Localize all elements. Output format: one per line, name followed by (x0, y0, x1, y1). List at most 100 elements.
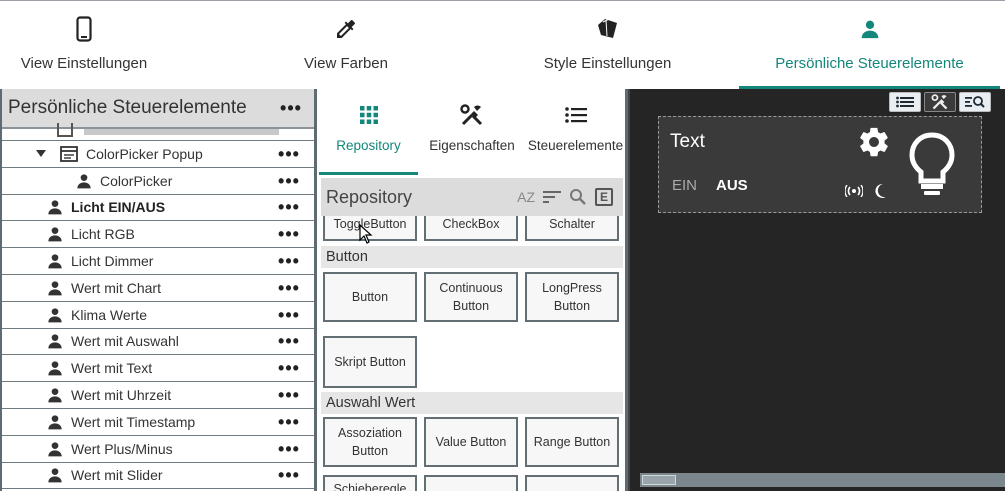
row-menu-icon[interactable]: ••• (274, 225, 304, 243)
style-icon (595, 15, 621, 43)
tab-style-einstellungen[interactable]: Style Einstellungen (530, 1, 685, 90)
row-menu-icon[interactable]: ••• (274, 252, 304, 270)
person-icon (48, 334, 62, 349)
row-menu-icon[interactable]: ••• (274, 279, 304, 297)
repo-item-continuous-button[interactable]: Continuous Button (424, 272, 518, 322)
tree-item-label: Wert mit Auswahl (71, 333, 179, 350)
tools-icon (460, 103, 484, 127)
tree-row-wert-mit-text[interactable]: Wert mit Text ••• (2, 355, 314, 383)
top-tab-bar: View Einstellungen View Farben Style Ein… (0, 0, 1005, 90)
tab-label: View Einstellungen (20, 55, 148, 72)
row-menu-icon[interactable]: ••• (274, 306, 304, 324)
tree-item-label: ColorPicker Popup (86, 145, 203, 162)
repo-item-range-button[interactable]: Range Button (525, 417, 619, 467)
tree-item-label: ColorPicker (100, 172, 173, 189)
repo-item-skript-button[interactable]: Skript Button (323, 336, 417, 388)
lightbulb-icon[interactable] (907, 131, 957, 202)
row-menu-icon[interactable]: ••• (274, 172, 304, 190)
person-icon (860, 15, 880, 43)
personal-controls-panel: Persönliche Steuerelemente ••• ColorPick… (0, 89, 317, 491)
repository-header: Repository AZ E (321, 178, 623, 216)
person-icon (48, 227, 62, 242)
tree-row-wert-mit-timestamp[interactable]: Wert mit Timestamp ••• (2, 409, 314, 436)
horizontal-scrollbar[interactable] (640, 473, 1005, 487)
tree-row-wert-mit-auswahl[interactable]: Wert mit Auswahl ••• (2, 329, 314, 356)
list-view-button[interactable] (889, 92, 921, 112)
row-menu-icon[interactable]: ••• (274, 386, 304, 404)
row-menu-icon[interactable]: ••• (274, 198, 304, 216)
tree-row-wert-plus-minus[interactable]: Wert Plus/Minus ••• (2, 436, 314, 463)
tree-item-label: Wert Plus/Minus (71, 440, 173, 457)
tree-row-wert-mit-chart[interactable]: Wert mit Chart ••• (2, 275, 314, 302)
row-menu-icon[interactable]: ••• (274, 466, 304, 484)
tree-item-label: Wert mit Slider (71, 467, 163, 484)
tab-view-einstellungen[interactable]: View Einstellungen (0, 1, 168, 90)
repo-item-partial[interactable] (424, 475, 518, 491)
person-icon (77, 174, 91, 189)
widget-text: Text (670, 131, 705, 152)
tree-item-label: Licht Dimmer (71, 253, 154, 270)
tools-button[interactable] (924, 92, 956, 112)
tree-row-klima-werte[interactable]: Klima Werte ••• (2, 302, 314, 329)
tree-item-label: Wert mit Uhrzeit (71, 387, 172, 404)
repo-item-schieberegler[interactable]: Schieberegle (323, 475, 417, 491)
zoom-search-button[interactable] (959, 92, 991, 112)
tab-label: Eigenschaften (429, 138, 515, 153)
broadcast-icon (844, 184, 864, 202)
repository-panel: Repository Eigenschaften Steuerelemente … (317, 89, 628, 491)
category-button: Button (321, 246, 623, 268)
filter-e-icon[interactable]: E (595, 188, 613, 206)
repo-item-button[interactable]: Button (323, 272, 417, 322)
tree-row-partial (2, 123, 314, 141)
person-icon (48, 441, 62, 456)
repo-item-checkbox[interactable]: CheckBox (424, 216, 518, 241)
caret-down-icon[interactable] (36, 149, 48, 158)
row-menu-icon[interactable]: ••• (274, 413, 304, 431)
tab-persoenliche-steuerelemente[interactable]: Persönliche Steuerelemente (739, 1, 1000, 90)
smartphone-icon (76, 15, 92, 43)
state-on-label[interactable]: EIN (672, 177, 697, 194)
person-icon (48, 361, 62, 376)
person-icon (48, 308, 62, 323)
preview-widget[interactable]: Text EIN AUS (658, 116, 982, 213)
row-menu-icon[interactable]: ••• (274, 359, 304, 377)
controls-tree: ColorPicker Popup ••• ColorPicker ••• Li… (2, 123, 314, 490)
tab-label: Repository (336, 138, 401, 153)
grid-icon (359, 103, 379, 127)
tree-row-wert-mit-uhrzeit[interactable]: Wert mit Uhrzeit ••• (2, 382, 314, 409)
sort-icon[interactable] (543, 190, 561, 204)
tree-row-colorpicker-popup[interactable]: ColorPicker Popup ••• (2, 141, 314, 168)
tab-label: Persönliche Steuerelemente (775, 55, 964, 72)
tree-row-wert-mit-slider[interactable]: Wert mit Slider ••• (2, 463, 314, 490)
tree-row-licht-ein-aus[interactable]: Licht EIN/AUS ••• (2, 195, 314, 222)
tree-item-label: Licht RGB (71, 226, 135, 243)
row-menu-icon[interactable]: ••• (274, 332, 304, 350)
search-icon[interactable] (569, 188, 587, 206)
sort-az-icon[interactable]: AZ (517, 189, 535, 205)
tab-repository[interactable]: Repository (319, 89, 418, 175)
row-menu-icon[interactable]: ••• (274, 145, 304, 163)
tab-steuerelemente[interactable]: Steuerelemente (526, 89, 625, 175)
app-root: View Einstellungen View Farben Style Ein… (0, 0, 1005, 491)
state-off-label[interactable]: AUS (716, 177, 748, 194)
tree-row-licht-dimmer[interactable]: Licht Dimmer ••• (2, 248, 314, 275)
repo-item-partial[interactable] (525, 475, 619, 491)
preview-canvas[interactable]: Text EIN AUS (628, 89, 1005, 491)
more-menu-icon[interactable]: ••• (276, 99, 306, 117)
repo-item-assoziation-button[interactable]: Assoziation Button (323, 417, 417, 467)
repo-item-value-button[interactable]: Value Button (424, 417, 518, 467)
mid-tab-bar: Repository Eigenschaften Steuerelemente (317, 89, 625, 175)
repo-item-longpress-button[interactable]: LongPress Button (525, 272, 619, 322)
tree-row-colorpicker[interactable]: ColorPicker ••• (2, 168, 314, 195)
tree-item-label: Klima Werte (71, 306, 147, 323)
popup-icon (60, 145, 78, 162)
gear-icon[interactable] (857, 125, 891, 164)
repo-item-schalter[interactable]: Schalter (525, 216, 619, 241)
scrollbar-thumb[interactable] (642, 475, 676, 485)
tree-row-licht-rgb[interactable]: Licht RGB ••• (2, 221, 314, 249)
tab-view-farben[interactable]: View Farben (270, 1, 422, 90)
row-menu-icon[interactable]: ••• (274, 440, 304, 458)
tab-eigenschaften[interactable]: Eigenschaften (425, 89, 519, 175)
panel-header: Persönliche Steuerelemente ••• (2, 89, 314, 129)
moon-icon (873, 183, 887, 204)
